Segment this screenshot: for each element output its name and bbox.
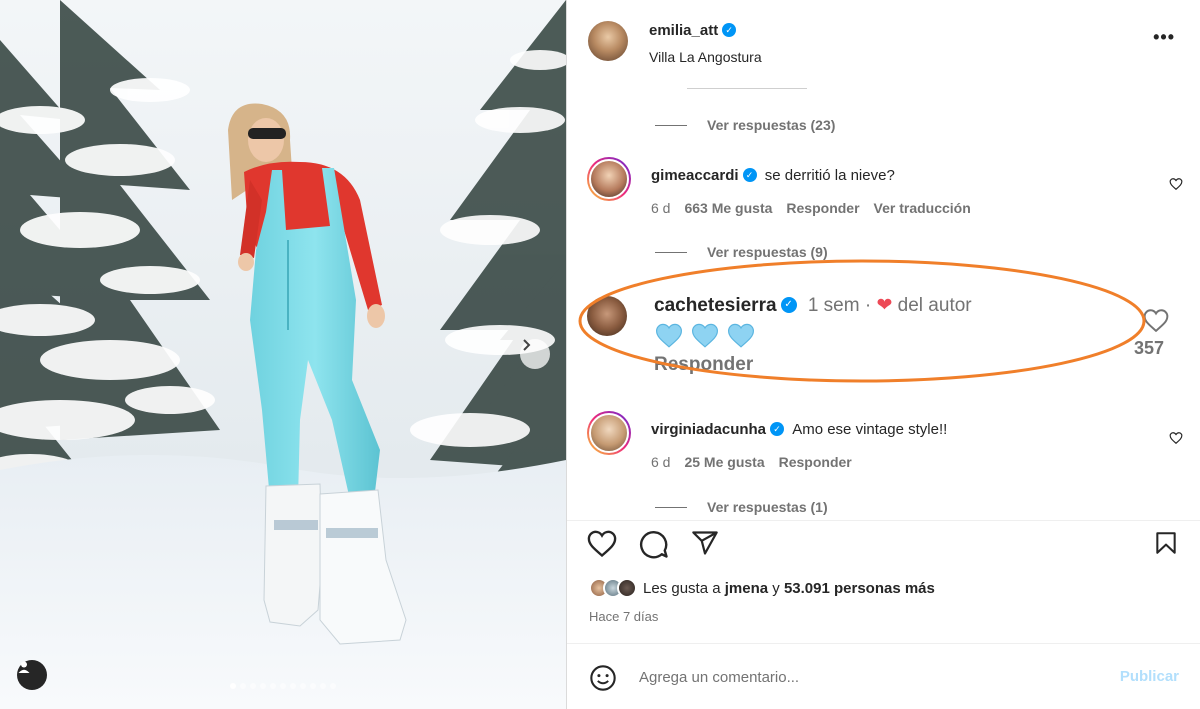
commenter-avatar[interactable] <box>587 296 627 336</box>
comment-time[interactable]: 6 d <box>651 200 670 216</box>
likes-count[interactable]: 53.091 personas más <box>784 580 935 597</box>
commenter-avatar[interactable] <box>587 157 631 201</box>
commenter-avatar[interactable] <box>587 411 631 455</box>
divider-line <box>655 251 687 253</box>
comment-body: se derritió la nieve? <box>764 167 895 184</box>
user-icon <box>18 661 30 673</box>
comment-time[interactable]: 1 sem <box>808 295 860 316</box>
carousel-dot <box>300 683 306 689</box>
save-bookmark-icon[interactable] <box>1153 529 1179 557</box>
comment-like-count[interactable]: 357 <box>1134 338 1164 359</box>
carousel-dots <box>0 683 566 689</box>
carousel-dot <box>230 683 236 689</box>
verified-badge-icon: ✓ <box>780 296 797 313</box>
reply-button[interactable]: Responder <box>654 354 753 376</box>
carousel-dot <box>320 683 326 689</box>
post-side-panel: emilia_att ✓ Villa La Angostura ••• Ver r… <box>566 0 1200 709</box>
more-options-icon[interactable]: ••• <box>1153 28 1175 46</box>
publish-button[interactable]: Publicar <box>1120 668 1179 685</box>
view-replies-label[interactable]: Ver respuestas (9) <box>707 244 828 260</box>
liked-by-author-label: del autor <box>897 295 972 316</box>
liker-avatar <box>617 578 637 598</box>
carousel-next-button[interactable] <box>520 339 550 369</box>
author-avatar[interactable] <box>588 21 628 61</box>
snow-forest-scene <box>0 0 566 709</box>
comment-username[interactable]: gimeaccardi <box>651 167 739 184</box>
like-heart-icon[interactable] <box>587 529 617 557</box>
post-actions: Les gusta a jmena y 53.091 personas más … <box>567 520 1200 709</box>
comment-text: virginiadacunha ✓ Amo ese vintage style!! <box>651 421 947 438</box>
like-comment-heart-icon[interactable] <box>1169 177 1183 191</box>
likes-summary[interactable]: Les gusta a jmena y 53.091 personas más <box>589 578 935 598</box>
comment-meta: 6 d 25 Me gusta Responder <box>651 454 852 470</box>
comment-likes[interactable]: 25 Me gusta <box>684 454 764 470</box>
author-username-text[interactable]: emilia_att <box>649 22 718 39</box>
liker-username[interactable]: jmena <box>725 580 768 597</box>
verified-badge-icon: ✓ <box>722 23 737 38</box>
reply-button[interactable]: Responder <box>786 200 859 216</box>
cropped-text-fragment <box>687 88 887 90</box>
comment-emoji-body <box>654 322 756 348</box>
likes-connector: y <box>772 579 780 597</box>
view-replies-button[interactable]: Ver respuestas (1) <box>655 499 828 515</box>
carousel-dot <box>260 683 266 689</box>
light-blue-heart-icon <box>655 323 683 348</box>
author-liked-heart-icon: ❤ <box>876 295 893 316</box>
carousel-dot <box>290 683 296 689</box>
comment-header-line: cachetesierra ✓ 1 sem · ❤ del autor <box>654 294 972 317</box>
comment-likes[interactable]: 663 Me gusta <box>684 200 772 216</box>
comment-body: Amo ese vintage style!! <box>792 421 948 438</box>
comment-time[interactable]: 6 d <box>651 454 670 470</box>
view-replies-label[interactable]: Ver respuestas (23) <box>707 117 835 133</box>
likes-text: Les gusta a jmena y 53.091 personas más <box>643 580 935 597</box>
verified-badge-icon: ✓ <box>742 168 757 183</box>
post-photo[interactable] <box>0 0 566 709</box>
view-replies-button[interactable]: Ver respuestas (9) <box>655 244 828 260</box>
comment-input[interactable] <box>639 664 1079 690</box>
carousel-dot <box>310 683 316 689</box>
separator-dot: · <box>864 295 872 316</box>
carousel-dot <box>240 683 246 689</box>
post-location[interactable]: Villa La Angostura <box>649 49 762 65</box>
share-paper-plane-icon[interactable] <box>691 529 719 557</box>
highlighted-comment: cachetesierra ✓ 1 sem · ❤ del autor Respo… <box>567 288 1200 388</box>
comments-list[interactable]: Ver respuestas (23) gimeaccardi ✓ se derr… <box>567 88 1200 520</box>
emoji-smiley-icon[interactable] <box>589 664 617 692</box>
comment-username[interactable]: virginiadacunha <box>651 421 766 438</box>
carousel-dot <box>330 683 336 689</box>
comment-composer: Publicar <box>567 643 1200 709</box>
carousel-dot <box>280 683 286 689</box>
comment-text: gimeaccardi ✓ se derritió la nieve? <box>651 167 895 184</box>
translate-button[interactable]: Ver traducción <box>874 200 971 216</box>
carousel-dot <box>270 683 276 689</box>
chevron-right-icon <box>523 339 531 351</box>
view-replies-button[interactable]: Ver respuestas (23) <box>655 117 835 133</box>
carousel-dot <box>250 683 256 689</box>
likes-prefix: Les gusta a <box>643 579 721 597</box>
reply-button[interactable]: Responder <box>779 454 852 470</box>
divider-line <box>655 506 687 508</box>
comment-bubble-icon[interactable] <box>639 529 669 559</box>
comment-meta: 6 d 663 Me gusta Responder Ver traducció… <box>651 200 971 216</box>
divider-line <box>655 124 687 126</box>
comment-username[interactable]: cachetesierra <box>654 295 777 316</box>
verified-badge-icon: ✓ <box>770 422 785 437</box>
light-blue-heart-icon <box>691 323 719 348</box>
view-replies-label[interactable]: Ver respuestas (1) <box>707 499 828 515</box>
author-username[interactable]: emilia_att ✓ <box>649 22 737 39</box>
post-date[interactable]: Hace 7 días <box>589 609 658 624</box>
post-header: emilia_att ✓ Villa La Angostura ••• <box>567 0 1200 88</box>
like-comment-heart-icon[interactable] <box>1169 431 1183 445</box>
light-blue-heart-icon <box>727 323 755 348</box>
like-comment-heart-icon[interactable] <box>1143 308 1169 332</box>
